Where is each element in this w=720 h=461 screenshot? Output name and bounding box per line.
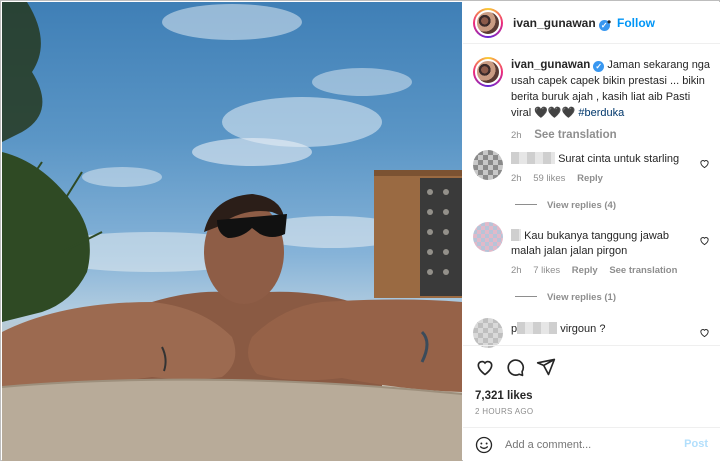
view-replies-button[interactable]: View replies (4) <box>515 200 616 211</box>
emoji-icon[interactable] <box>475 436 493 454</box>
view-replies-button[interactable]: View replies (1) <box>515 292 616 303</box>
heart-icon[interactable] <box>475 357 495 377</box>
comment-text: Surat cinta untuk starling <box>558 153 680 165</box>
blurred-username <box>511 229 521 241</box>
caption-hearts: 🖤🖤🖤 <box>534 107 576 119</box>
comment-text-line: Surat cinta untuk starling <box>511 152 691 167</box>
photo-illustration <box>2 2 462 461</box>
post-header: ivan_gunawan ✓ • Follow <box>463 2 720 44</box>
caption-username[interactable]: ivan_gunawan <box>511 59 590 71</box>
caption: ivan_gunawan ✓ Jaman sekarang nga usah ca… <box>511 57 711 144</box>
comment-icon[interactable] <box>505 357 525 377</box>
caption-avatar[interactable] <box>473 57 503 87</box>
add-comment-bar: Post <box>463 427 720 461</box>
author-avatar[interactable] <box>473 8 503 38</box>
separator-dot: • <box>607 15 612 29</box>
replies-line <box>515 204 537 205</box>
post-button[interactable]: Post <box>684 438 708 450</box>
commenter-avatar[interactable] <box>473 318 503 348</box>
comment-meta: 2h 7 likes Reply See translation <box>511 265 677 276</box>
comment-meta: 2h 59 likes Reply <box>511 173 603 184</box>
add-comment-input[interactable] <box>505 437 665 453</box>
share-icon[interactable] <box>536 357 556 377</box>
commenter-avatar[interactable] <box>473 150 503 180</box>
replies-line <box>515 296 537 297</box>
likes-count[interactable]: 7,321 likes <box>475 390 533 402</box>
comment-likes[interactable]: 59 likes <box>533 173 565 184</box>
comment-text-line: Kau bukanya tanggung jawab malah jalan j… <box>511 229 691 259</box>
caption-meta: 2h See translation <box>511 127 711 144</box>
post-details-panel: ivan_gunawan ✓ • Follow ivan_gunawan ✓ Jam… <box>463 2 720 461</box>
see-translation-link[interactable]: See translation <box>609 265 677 276</box>
comment-like-heart-icon[interactable] <box>699 158 710 169</box>
caption-hashtag[interactable]: #berduka <box>578 107 624 119</box>
comment-likes[interactable]: 7 likes <box>533 265 560 276</box>
comment-time[interactable]: 2h <box>511 265 522 276</box>
blurred-username <box>511 152 555 164</box>
post-actions: 7,321 likes 2 HOURS AGO Post <box>463 345 720 460</box>
post-timestamp: 2 HOURS AGO <box>475 407 534 416</box>
author-username[interactable]: ivan_gunawan ✓ <box>513 16 610 31</box>
verified-badge-icon: ✓ <box>593 61 605 72</box>
blurred-username <box>517 322 558 334</box>
commenter-avatar[interactable] <box>473 222 503 252</box>
follow-button[interactable]: Follow <box>617 16 655 30</box>
post-photo[interactable] <box>2 2 462 461</box>
caption-time[interactable]: 2h <box>511 130 522 141</box>
comment-time[interactable]: 2h <box>511 173 522 184</box>
post-window: ivan_gunawan ✓ • Follow ivan_gunawan ✓ Jam… <box>0 0 720 461</box>
comment-text: Kau bukanya tanggung jawab malah jalan j… <box>511 230 670 257</box>
reply-button[interactable]: Reply <box>577 173 603 184</box>
reply-button[interactable]: Reply <box>572 265 598 276</box>
see-translation-link[interactable]: See translation <box>534 129 616 141</box>
comment-text: virgoun ? <box>560 323 606 335</box>
comment-like-heart-icon[interactable] <box>699 235 710 246</box>
comment-text-line: p virgoun ? <box>511 322 691 337</box>
comment-like-heart-icon[interactable] <box>699 327 710 338</box>
